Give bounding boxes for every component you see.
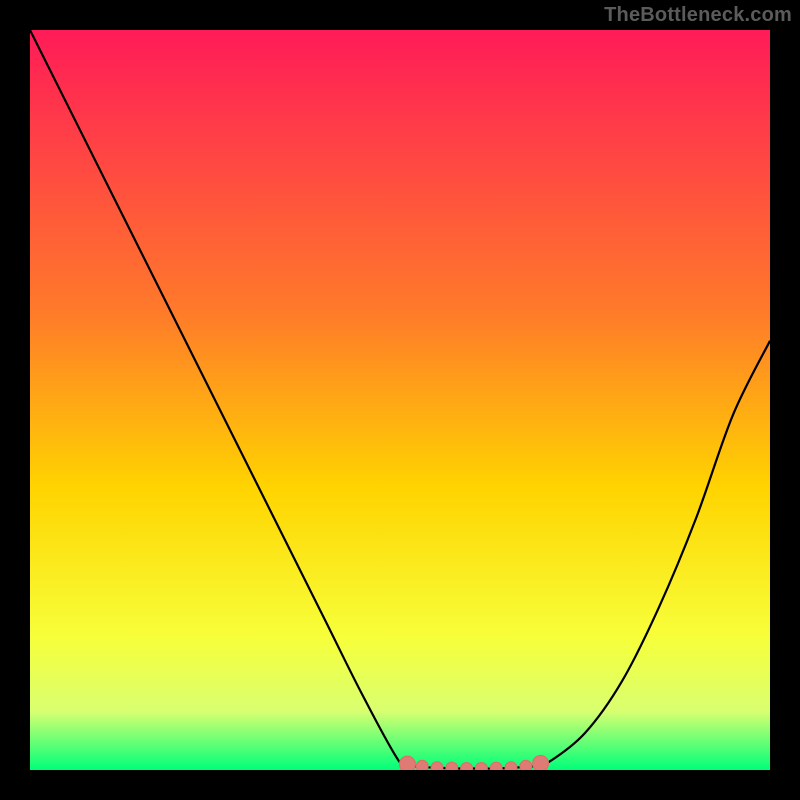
plot-svg bbox=[30, 30, 770, 770]
marker-dot bbox=[505, 762, 517, 770]
marker-dot bbox=[461, 763, 473, 770]
marker-dot bbox=[520, 760, 532, 770]
marker-dot bbox=[446, 762, 458, 770]
marker-dot bbox=[431, 762, 443, 770]
gradient-background bbox=[30, 30, 770, 770]
marker-dot bbox=[533, 755, 549, 770]
chart-frame: TheBottleneck.com bbox=[0, 0, 800, 800]
marker-dot bbox=[416, 760, 428, 770]
plot-area bbox=[30, 30, 770, 770]
watermark-text: TheBottleneck.com bbox=[604, 4, 792, 27]
marker-dot bbox=[475, 763, 487, 770]
marker-dot bbox=[490, 762, 502, 770]
marker-dot bbox=[399, 756, 415, 770]
